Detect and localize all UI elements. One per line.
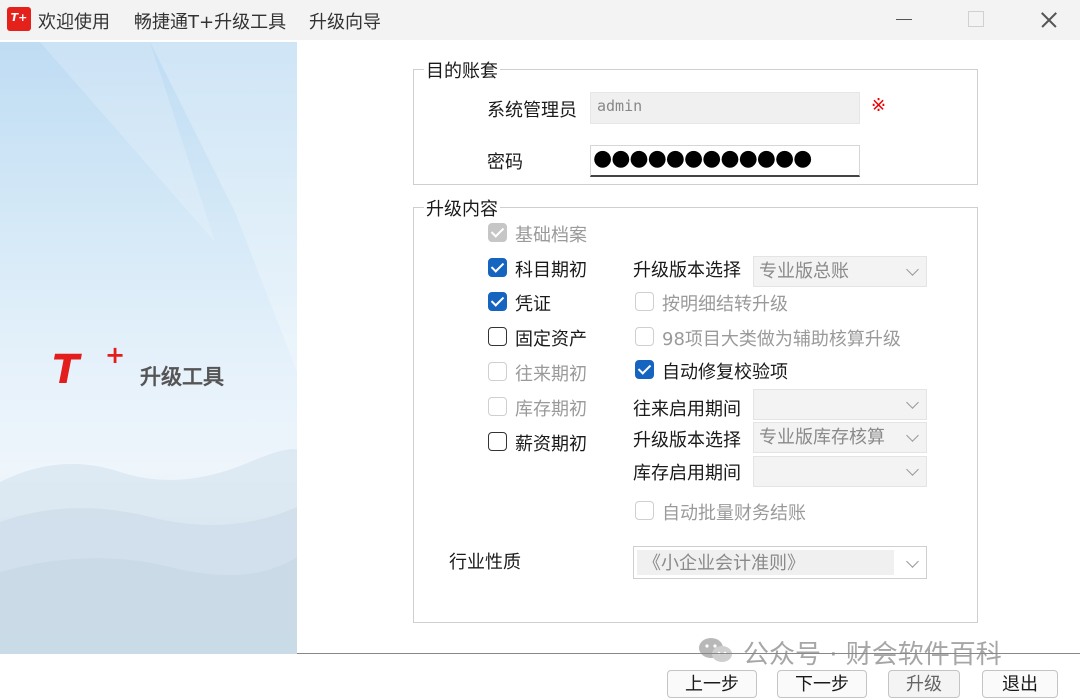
version-select-ledger-value: 专业版总账 — [759, 261, 849, 282]
label-account-opening: 科目期初 — [515, 260, 587, 281]
label-inventory-opening: 库存期初 — [515, 399, 587, 420]
chevron-down-icon — [896, 547, 926, 578]
inventory-period-select[interactable] — [753, 456, 927, 487]
label-basic-archives: 基础档案 — [515, 225, 587, 246]
logo-letter: T — [52, 347, 80, 393]
checkbox-ar-ap-opening — [488, 362, 507, 381]
checkbox-auto-batch-close — [635, 501, 654, 520]
next-button[interactable]: 下一步 — [777, 670, 867, 698]
exit-button[interactable]: 退出 — [982, 670, 1058, 698]
window-title-product: 畅捷通T+升级工具 — [134, 12, 287, 33]
industry-label: 行业性质 — [449, 552, 521, 573]
industry-value: 《小企业会计准则》 — [643, 553, 805, 574]
prev-button[interactable]: 上一步 — [667, 670, 757, 698]
target-account-legend: 目的账套 — [424, 57, 500, 83]
label-detail-transfer: 按明细结转升级 — [662, 294, 788, 315]
window-title-welcome: 欢迎使用 — [38, 12, 110, 33]
window-title-wizard: 升级向导 — [309, 12, 381, 33]
wechat-icon — [699, 638, 732, 662]
required-mark: ※ — [871, 95, 887, 116]
checkbox-item98-upgrade — [635, 327, 654, 346]
maximize-icon[interactable] — [940, 0, 1010, 40]
label-item98-upgrade: 98项目大类做为辅助核算升级 — [662, 329, 901, 350]
label-vouchers: 凭证 — [515, 294, 551, 315]
checkbox-basic-archives — [488, 223, 507, 242]
sidebar-banner: T + 升级工具 — [0, 42, 297, 654]
chevron-down-icon — [896, 457, 926, 486]
label-payroll-opening: 薪资期初 — [515, 434, 587, 455]
version-select-label-ledger: 升级版本选择 — [633, 260, 741, 281]
version-select-ledger[interactable]: 专业版总账 — [753, 256, 927, 287]
chevron-down-icon — [896, 390, 926, 419]
password-label: 密码 — [487, 152, 523, 173]
label-ar-ap-opening: 往来期初 — [515, 364, 587, 385]
password-input[interactable]: ●●●●●●●●●●●● — [590, 145, 860, 177]
chevron-down-icon — [896, 423, 926, 452]
logo-text: 升级工具 — [140, 365, 224, 389]
admin-label: 系统管理员 — [487, 100, 577, 121]
ar-period-select[interactable] — [753, 389, 927, 420]
upgrade-button[interactable]: 升级 — [888, 670, 960, 698]
checkbox-detail-transfer — [635, 292, 654, 311]
app-icon: T+ — [7, 7, 31, 31]
checkbox-payroll-opening[interactable] — [488, 432, 507, 451]
label-fixed-assets: 固定资产 — [515, 329, 587, 350]
checkbox-auto-repair[interactable] — [635, 360, 654, 379]
checkbox-inventory-opening — [488, 397, 507, 416]
industry-select[interactable]: 《小企业会计准则》 — [633, 546, 927, 579]
title-bar: T+ 欢迎使用 畅捷通T+升级工具 升级向导 — [0, 0, 1080, 40]
version-select-label-inventory: 升级版本选择 — [633, 430, 741, 451]
upgrade-content-legend: 升级内容 — [424, 195, 500, 221]
close-icon[interactable] — [1012, 0, 1080, 40]
checkbox-fixed-assets[interactable] — [488, 327, 507, 346]
admin-input[interactable]: admin — [590, 92, 860, 124]
ar-period-label: 往来启用期间 — [633, 399, 741, 420]
label-auto-batch-close: 自动批量财务结账 — [662, 503, 806, 524]
sidebar-background — [0, 42, 297, 654]
logo-plus: + — [105, 341, 126, 369]
inventory-period-label: 库存启用期间 — [633, 463, 741, 484]
version-select-inventory-value: 专业版库存核算 — [759, 427, 885, 448]
label-auto-repair: 自动修复校验项 — [662, 362, 788, 383]
version-select-inventory[interactable]: 专业版库存核算 — [753, 422, 927, 453]
minimize-icon[interactable] — [868, 0, 938, 40]
footer-divider — [297, 653, 1080, 654]
checkbox-account-opening[interactable] — [488, 258, 507, 277]
checkbox-vouchers[interactable] — [488, 292, 507, 311]
chevron-down-icon — [896, 257, 926, 286]
